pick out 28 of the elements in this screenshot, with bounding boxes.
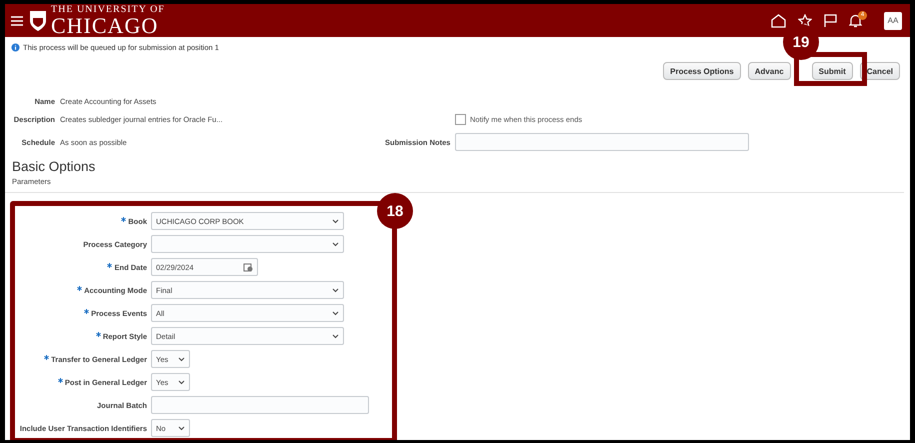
bell-icon[interactable] — [849, 14, 862, 28]
chevron-icon — [178, 426, 185, 430]
flag-icon[interactable] — [824, 14, 837, 28]
chevron-icon — [178, 380, 185, 384]
chevron-icon — [332, 242, 339, 246]
calendar-icon[interactable] — [243, 262, 253, 272]
user-avatar[interactable]: AA — [884, 12, 902, 30]
star-icon[interactable] — [798, 14, 812, 28]
action-button[interactable]: Advanc — [748, 62, 791, 80]
crest-icon — [29, 10, 47, 32]
action-button[interactable]: Process Options — [663, 62, 741, 80]
dropdown-field[interactable] — [151, 235, 344, 253]
logo-text: THE UNIVERSITY OF — [51, 4, 165, 14]
chevron-icon — [178, 356, 185, 362]
chevron-icon — [332, 334, 339, 338]
submission-notes-field[interactable] — [455, 133, 749, 151]
checkbox[interactable] — [455, 114, 466, 125]
input-field[interactable] — [151, 396, 369, 414]
section-title: Basic Options — [11, 158, 96, 174]
chevron-icon — [332, 288, 339, 292]
action-button[interactable]: Submit — [812, 62, 853, 80]
chevron-icon — [332, 310, 339, 316]
chevron-icon — [332, 218, 339, 224]
step-badge: 18 — [377, 193, 413, 229]
menu-icon[interactable] — [11, 16, 23, 26]
home-icon[interactable] — [771, 14, 786, 28]
logo-text: CHICAGO — [51, 14, 160, 36]
info-icon — [11, 43, 20, 52]
